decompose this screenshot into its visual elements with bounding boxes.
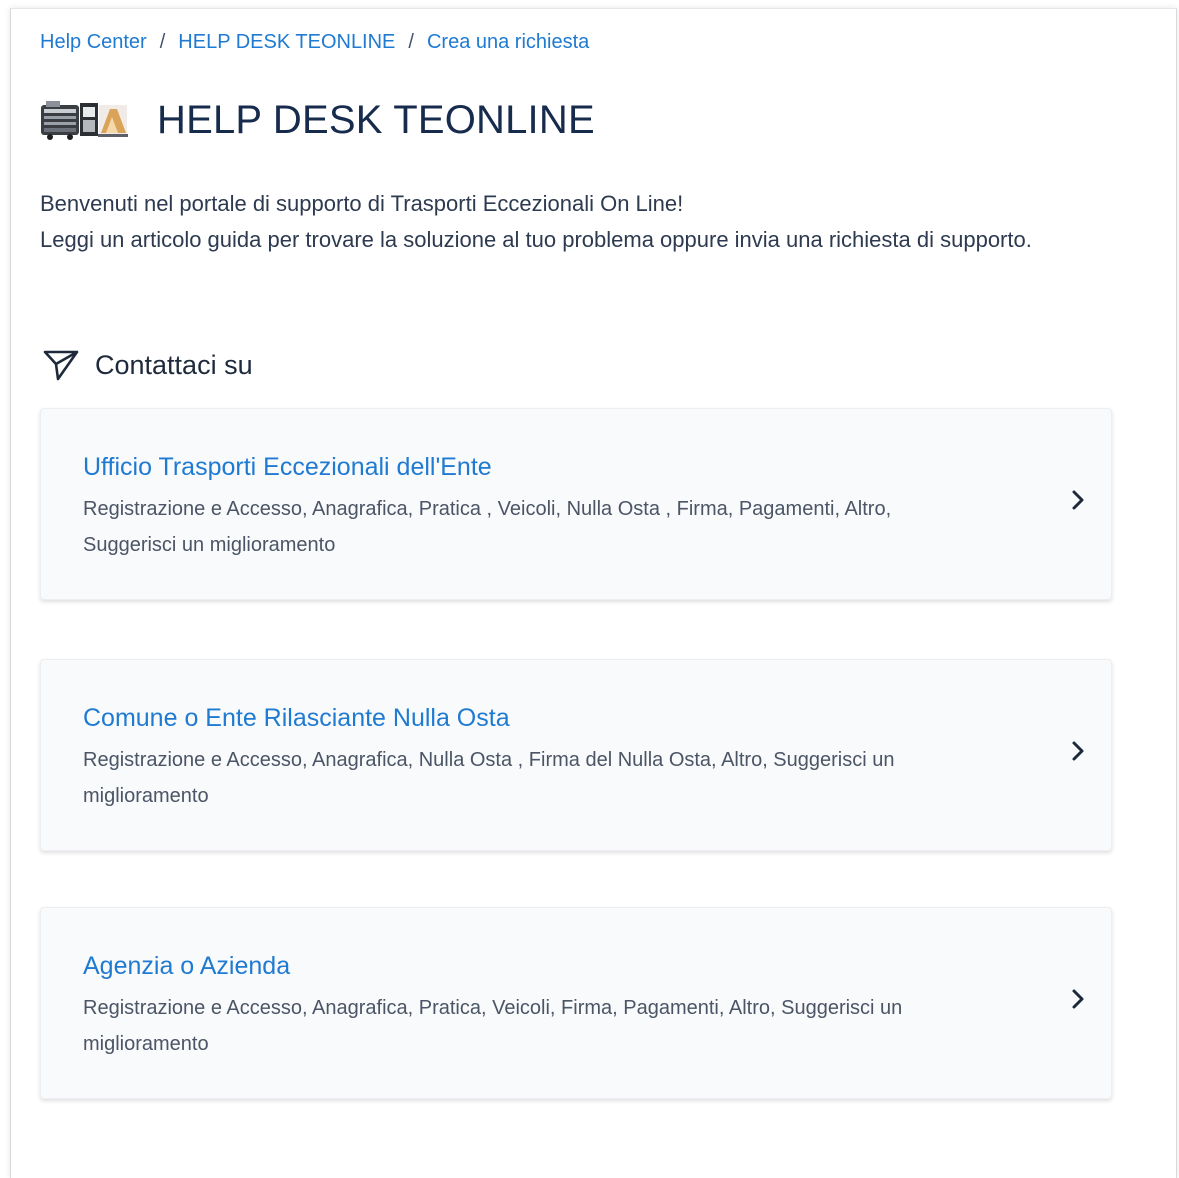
- section-title: Contattaci su: [95, 349, 253, 380]
- send-icon: [43, 350, 79, 381]
- breadcrumb: Help Center / HELP DESK TEONLINE / Crea una …: [40, 31, 589, 54]
- intro-line-instructions: Leggi un articolo guida per trovare la s…: [40, 227, 1032, 252]
- breadcrumb-help-center[interactable]: Help Center: [40, 31, 147, 53]
- breadcrumb-separator: /: [408, 31, 414, 53]
- intro-line-welcome: Benvenuti nel portale di supporto di Tra…: [40, 191, 684, 216]
- breadcrumb-crea-richiesta[interactable]: Crea una richiesta: [427, 31, 589, 53]
- card-description: Registrazione e Accesso, Anagrafica, Pra…: [83, 997, 903, 1055]
- card-description: Registrazione e Accesso, Anagrafica, Nul…: [83, 749, 895, 807]
- chevron-right-icon: [1072, 741, 1084, 761]
- card-title[interactable]: Agenzia o Azienda: [83, 952, 290, 981]
- intro-text: Benvenuti nel portale di supporto di Tra…: [40, 186, 1100, 258]
- card-title[interactable]: Comune o Ente Rilasciante Nulla Osta: [83, 704, 510, 733]
- request-type-card-agenzia[interactable]: Agenzia o Azienda Registrazione e Access…: [40, 907, 1112, 1099]
- contact-section-header: Contattaci su: [42, 348, 253, 382]
- breadcrumb-separator: /: [159, 31, 166, 53]
- portal-page: Help Center / HELP DESK TEONLINE / Crea una …: [10, 8, 1177, 1178]
- chevron-right-icon: [1072, 989, 1084, 1009]
- request-type-card-ufficio[interactable]: Ufficio Trasporti Eccezionali dell'Ente …: [40, 408, 1112, 600]
- page-title: HELP DESK TEONLINE: [157, 97, 595, 142]
- page-header: HELP DESK TEONLINE: [40, 95, 595, 145]
- chevron-right-icon: [1072, 490, 1084, 510]
- card-title[interactable]: Ufficio Trasporti Eccezionali dell'Ente: [83, 453, 492, 482]
- breadcrumb-help-desk[interactable]: HELP DESK TEONLINE: [178, 31, 395, 53]
- truck-logo-icon: [41, 101, 128, 140]
- request-type-card-comune[interactable]: Comune o Ente Rilasciante Nulla Osta Reg…: [40, 659, 1112, 851]
- card-description: Registrazione e Accesso, Anagrafica, Pra…: [83, 498, 892, 556]
